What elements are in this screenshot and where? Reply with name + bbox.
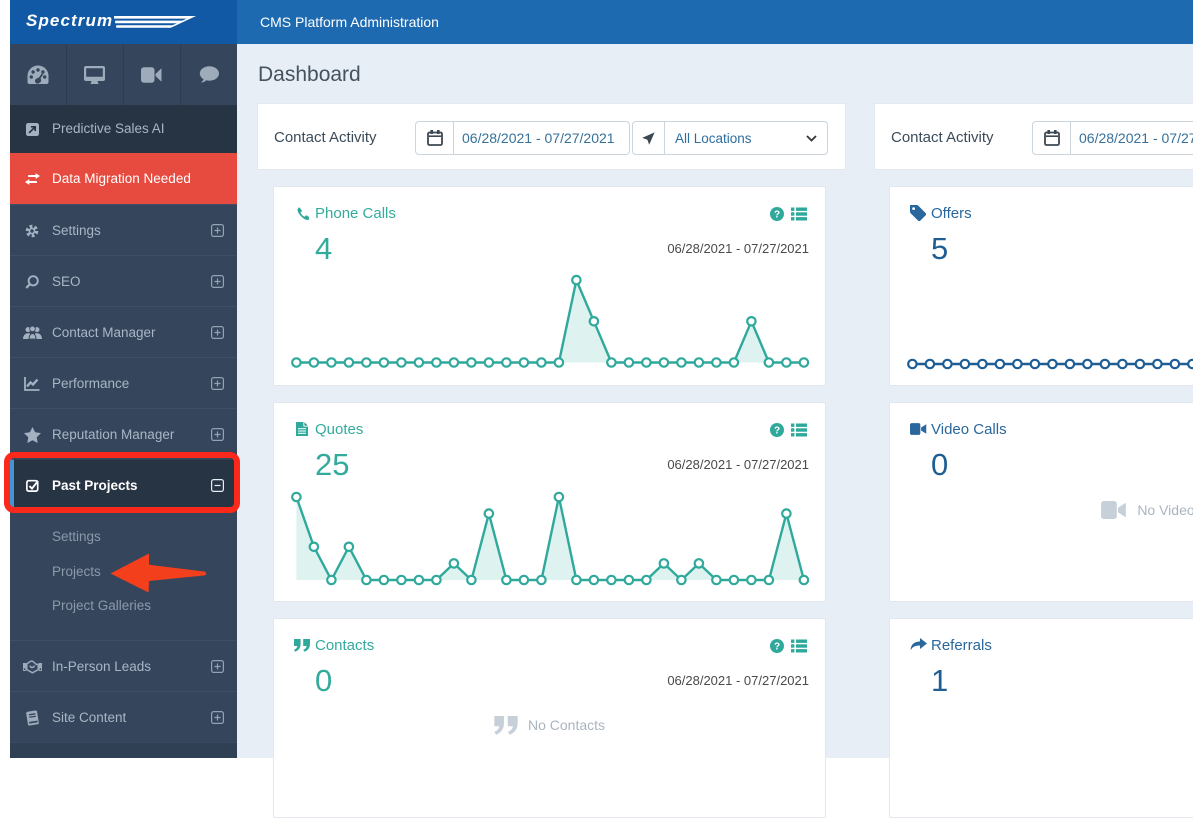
svg-text:?: ? — [774, 642, 780, 653]
